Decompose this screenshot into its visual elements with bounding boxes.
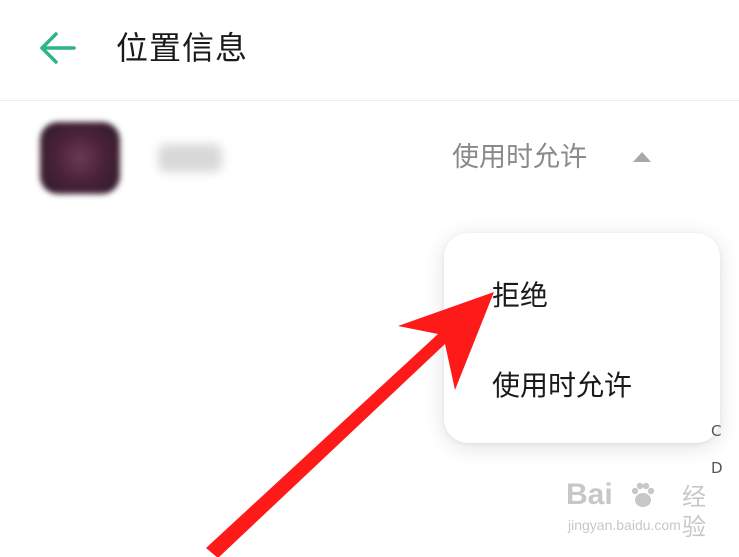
top-bar: 位置信息 (0, 0, 739, 101)
app-permission-row[interactable]: 使用时允许 (0, 102, 739, 212)
permission-dropdown-menu: 拒绝 使用时允许 (444, 233, 720, 443)
watermark-brand: Bai (566, 478, 613, 511)
back-button[interactable] (32, 28, 80, 68)
app-screen: 位置信息 使用时允许 拒绝 使用时允许 C D Bai 经验 jingyan.b… (0, 0, 739, 557)
permission-value[interactable]: 使用时允许 (452, 140, 587, 176)
watermark-url: jingyan.baidu.com (568, 517, 681, 533)
app-icon (40, 122, 120, 194)
menu-item-allow-while-using[interactable]: 使用时允许 (492, 367, 632, 405)
arrow-left-icon (40, 32, 76, 64)
caret-up-icon[interactable] (633, 152, 651, 162)
edge-letter-d: D (711, 459, 723, 477)
page-title: 位置信息 (116, 29, 249, 67)
paw-icon (631, 482, 655, 507)
watermark-suffix: 经验 (682, 483, 706, 541)
menu-item-deny[interactable]: 拒绝 (492, 277, 548, 315)
edge-letter-c: C (711, 422, 722, 440)
app-name-blurred (158, 144, 222, 172)
baidu-watermark: Bai 经验 jingyan.baidu.com (566, 478, 726, 548)
